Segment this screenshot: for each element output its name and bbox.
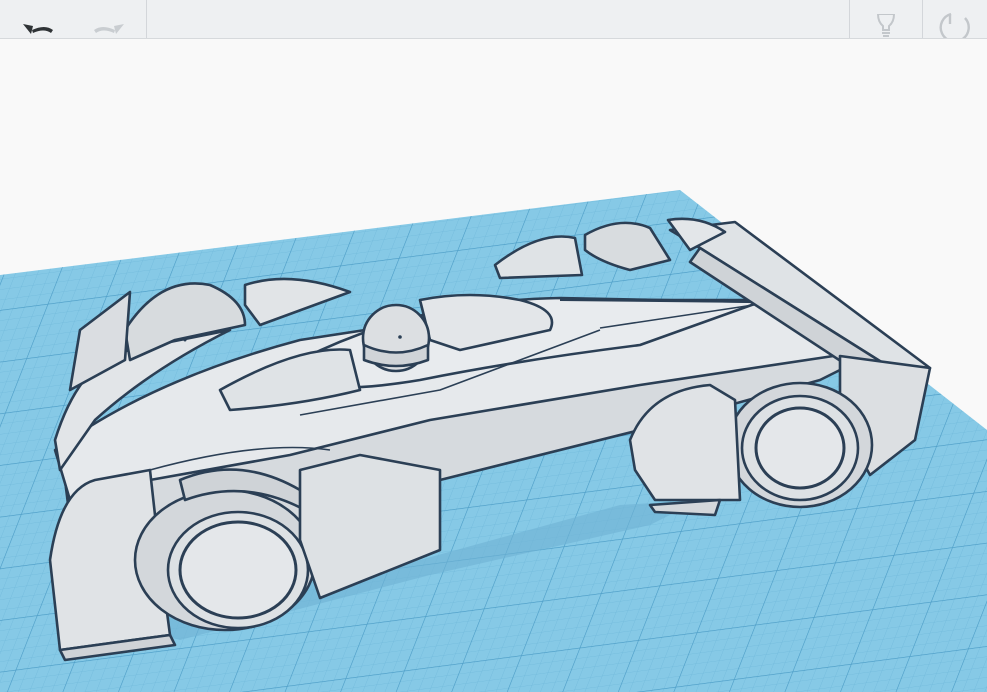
toolbar bbox=[0, 0, 987, 39]
toolbar-divider bbox=[146, 0, 147, 38]
redo-button[interactable] bbox=[74, 0, 146, 38]
3d-viewport[interactable] bbox=[0, 39, 987, 692]
scene bbox=[0, 190, 987, 692]
undo-button[interactable] bbox=[0, 0, 74, 38]
reset-view-icon bbox=[939, 12, 970, 38]
reset-view-button[interactable] bbox=[923, 0, 987, 38]
hint-button[interactable] bbox=[850, 0, 922, 38]
lightbulb-icon bbox=[876, 14, 896, 37]
redo-icon bbox=[94, 24, 124, 34]
undo-icon bbox=[23, 24, 53, 34]
